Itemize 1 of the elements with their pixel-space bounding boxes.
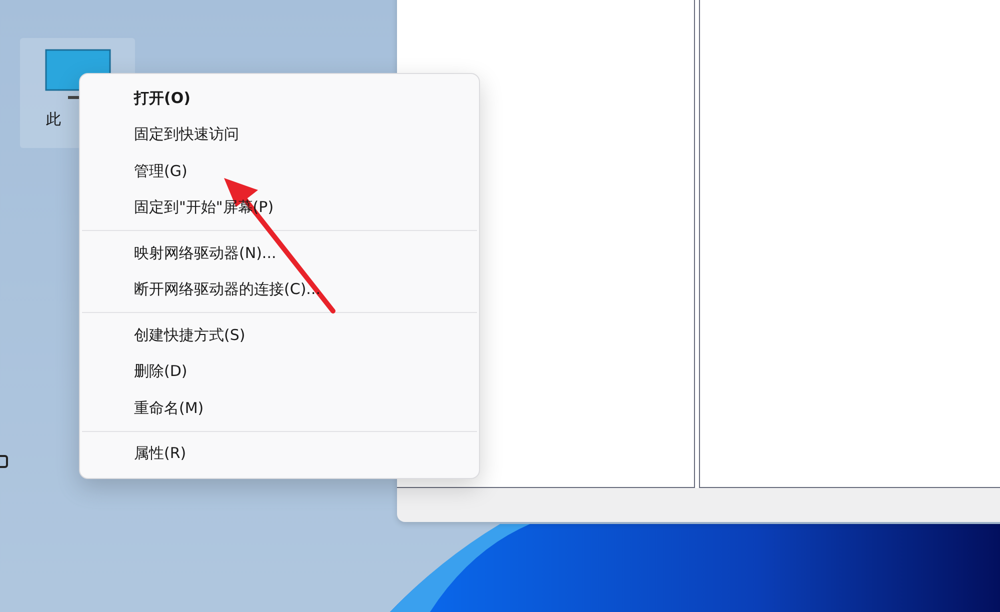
shortcut-label: 此 xyxy=(46,110,61,129)
